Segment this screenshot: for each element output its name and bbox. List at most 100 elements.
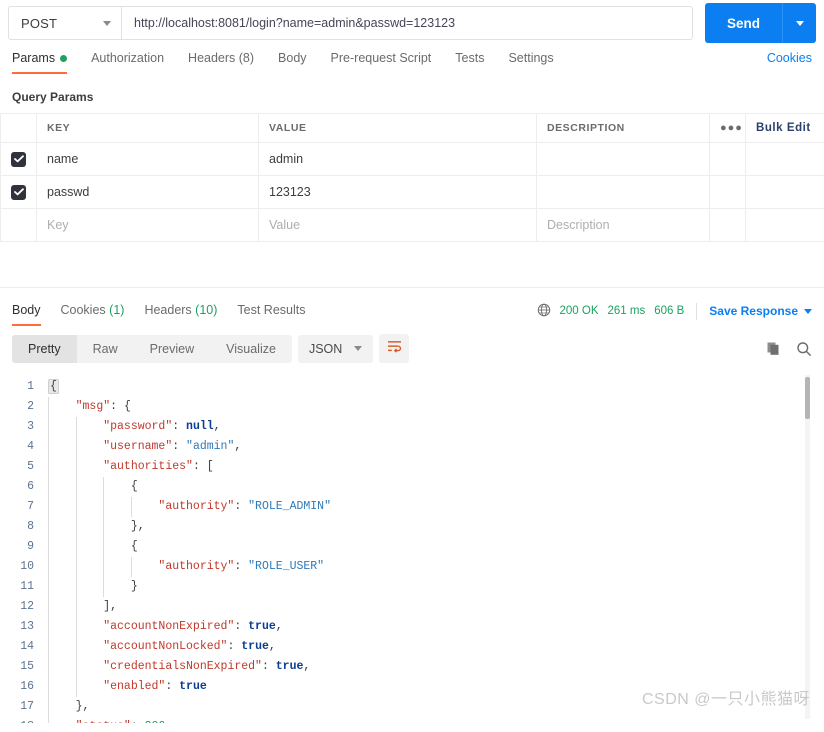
copy-icon[interactable]: [766, 341, 782, 357]
http-method-label: POST: [21, 15, 58, 31]
tab-test-results[interactable]: Test Results: [237, 296, 305, 326]
response-format-dropdown[interactable]: JSON: [297, 334, 374, 363]
token-bool: true: [248, 620, 276, 633]
tab-response-cookies-count: (1): [109, 303, 125, 317]
code-text: "authority": "ROLE_USER": [44, 557, 324, 577]
tab-headers[interactable]: Headers (8): [188, 46, 254, 74]
token-punc: :: [131, 720, 145, 723]
token-punc: [: [206, 460, 214, 473]
json-code: 1{2 "msg": {3 "password": null, 4 "userna…: [0, 371, 824, 723]
code-line: 8 },: [0, 517, 824, 537]
table-row-empty: Key Value Description: [0, 208, 824, 242]
token-bool: true: [241, 640, 269, 653]
tab-response-cookies[interactable]: Cookies (1): [61, 296, 125, 326]
response-format-label: JSON: [308, 341, 343, 356]
tab-pre-request-script[interactable]: Pre-request Script: [331, 46, 432, 74]
code-text: }: [44, 577, 138, 597]
indent-guide: [131, 497, 133, 517]
row-spacer-1: [709, 208, 746, 242]
indent-guide: [75, 517, 77, 537]
indent-guide: [103, 577, 105, 597]
indent-guide: [48, 417, 49, 437]
wrap-text-button[interactable]: [379, 334, 410, 363]
code-scrollbar-track[interactable]: [805, 375, 810, 719]
table-row: passwd 123123: [0, 175, 824, 209]
line-number: 13: [20, 620, 34, 633]
row-value[interactable]: 123123: [258, 175, 537, 209]
indent-guide: [48, 637, 49, 657]
indent-guide: [48, 537, 49, 557]
view-mode-pretty[interactable]: Pretty: [12, 334, 77, 363]
token-punc: :: [192, 460, 207, 473]
token-key: "accountNonExpired": [103, 620, 235, 633]
view-mode-visualize[interactable]: Visualize: [210, 335, 292, 363]
http-method-dropdown[interactable]: POST: [8, 6, 121, 40]
token-key: "password": [103, 420, 173, 433]
tab-response-headers-label: Headers: [144, 303, 192, 317]
row-spacer-2: [745, 175, 824, 209]
new-value-input[interactable]: Value: [258, 208, 537, 242]
row-value[interactable]: admin: [258, 142, 537, 176]
send-button[interactable]: Send: [704, 3, 782, 43]
search-icon[interactable]: [796, 341, 812, 357]
response-toolbar-actions: [766, 341, 812, 357]
indent-guide: [48, 517, 49, 537]
token-bool: true: [275, 660, 304, 673]
code-text: "enabled": true: [44, 677, 207, 697]
row-description[interactable]: [536, 175, 710, 209]
header-bulk-edit[interactable]: Bulk Edit: [745, 113, 824, 143]
table-row: name admin: [0, 142, 824, 176]
tab-settings[interactable]: Settings: [508, 46, 553, 74]
row-checkbox-cell[interactable]: [0, 208, 37, 242]
line-number: 17: [20, 700, 34, 713]
line-number: 6: [27, 480, 34, 493]
checkbox-checked-icon[interactable]: [11, 151, 26, 167]
new-key-input[interactable]: Key: [36, 208, 259, 242]
globe-icon: [537, 303, 551, 320]
token-punc: ,: [275, 620, 283, 633]
tab-response-headers[interactable]: Headers (10): [144, 296, 217, 326]
send-options-button[interactable]: [782, 3, 816, 43]
tab-params[interactable]: Params: [12, 46, 68, 74]
checkbox-checked-icon[interactable]: [11, 184, 26, 200]
code-text: "username": "admin",: [44, 437, 241, 457]
code-text: },: [44, 697, 89, 717]
indent-guide: [75, 657, 77, 677]
bulk-edit-label: Bulk Edit: [756, 122, 811, 134]
row-description[interactable]: [536, 142, 710, 176]
token-punc: }: [130, 580, 138, 593]
indent-guide: [103, 537, 105, 557]
row-key[interactable]: name: [36, 142, 259, 176]
response-time: 261 ms: [607, 305, 646, 317]
code-scrollbar-thumb[interactable]: [805, 377, 810, 419]
tab-authorization[interactable]: Authorization: [91, 46, 164, 74]
token-str: "ROLE_ADMIN": [248, 500, 331, 513]
row-checkbox-cell[interactable]: [0, 142, 37, 176]
response-body-viewer[interactable]: 1{2 "msg": {3 "password": null, 4 "userna…: [0, 371, 824, 723]
row-key[interactable]: passwd: [36, 175, 259, 209]
token-fold[interactable]: {: [48, 379, 59, 394]
token-null: null: [186, 420, 214, 433]
tab-response-body[interactable]: Body: [12, 296, 41, 326]
request-url-bar: POST http://localhost:8081/login?name=ad…: [0, 0, 824, 46]
code-line: 7 "authority": "ROLE_ADMIN": [0, 497, 824, 517]
cookies-link[interactable]: Cookies: [767, 46, 812, 65]
save-response-button[interactable]: Save Response: [709, 304, 812, 318]
token-punc: :: [234, 500, 249, 513]
header-more-options[interactable]: ●●●: [709, 113, 746, 143]
view-mode-raw[interactable]: Raw: [77, 335, 134, 363]
view-mode-preview[interactable]: Preview: [134, 335, 210, 363]
code-line: 6 {: [0, 477, 824, 497]
response-view-toolbar: Pretty Raw Preview Visualize JSON: [0, 328, 824, 371]
more-options-icon: ●●●: [720, 122, 743, 134]
new-description-input[interactable]: Description: [536, 208, 710, 242]
indent-guide: [48, 457, 49, 477]
url-input[interactable]: http://localhost:8081/login?name=admin&p…: [121, 6, 693, 40]
code-text: "status": 200: [44, 717, 165, 723]
code-text: "accountNonExpired": true,: [44, 617, 283, 637]
code-line: 9 {: [0, 537, 824, 557]
row-checkbox-cell[interactable]: [0, 175, 37, 209]
tab-tests[interactable]: Tests: [455, 46, 484, 74]
send-button-group: Send: [704, 3, 816, 43]
tab-body[interactable]: Body: [278, 46, 307, 74]
